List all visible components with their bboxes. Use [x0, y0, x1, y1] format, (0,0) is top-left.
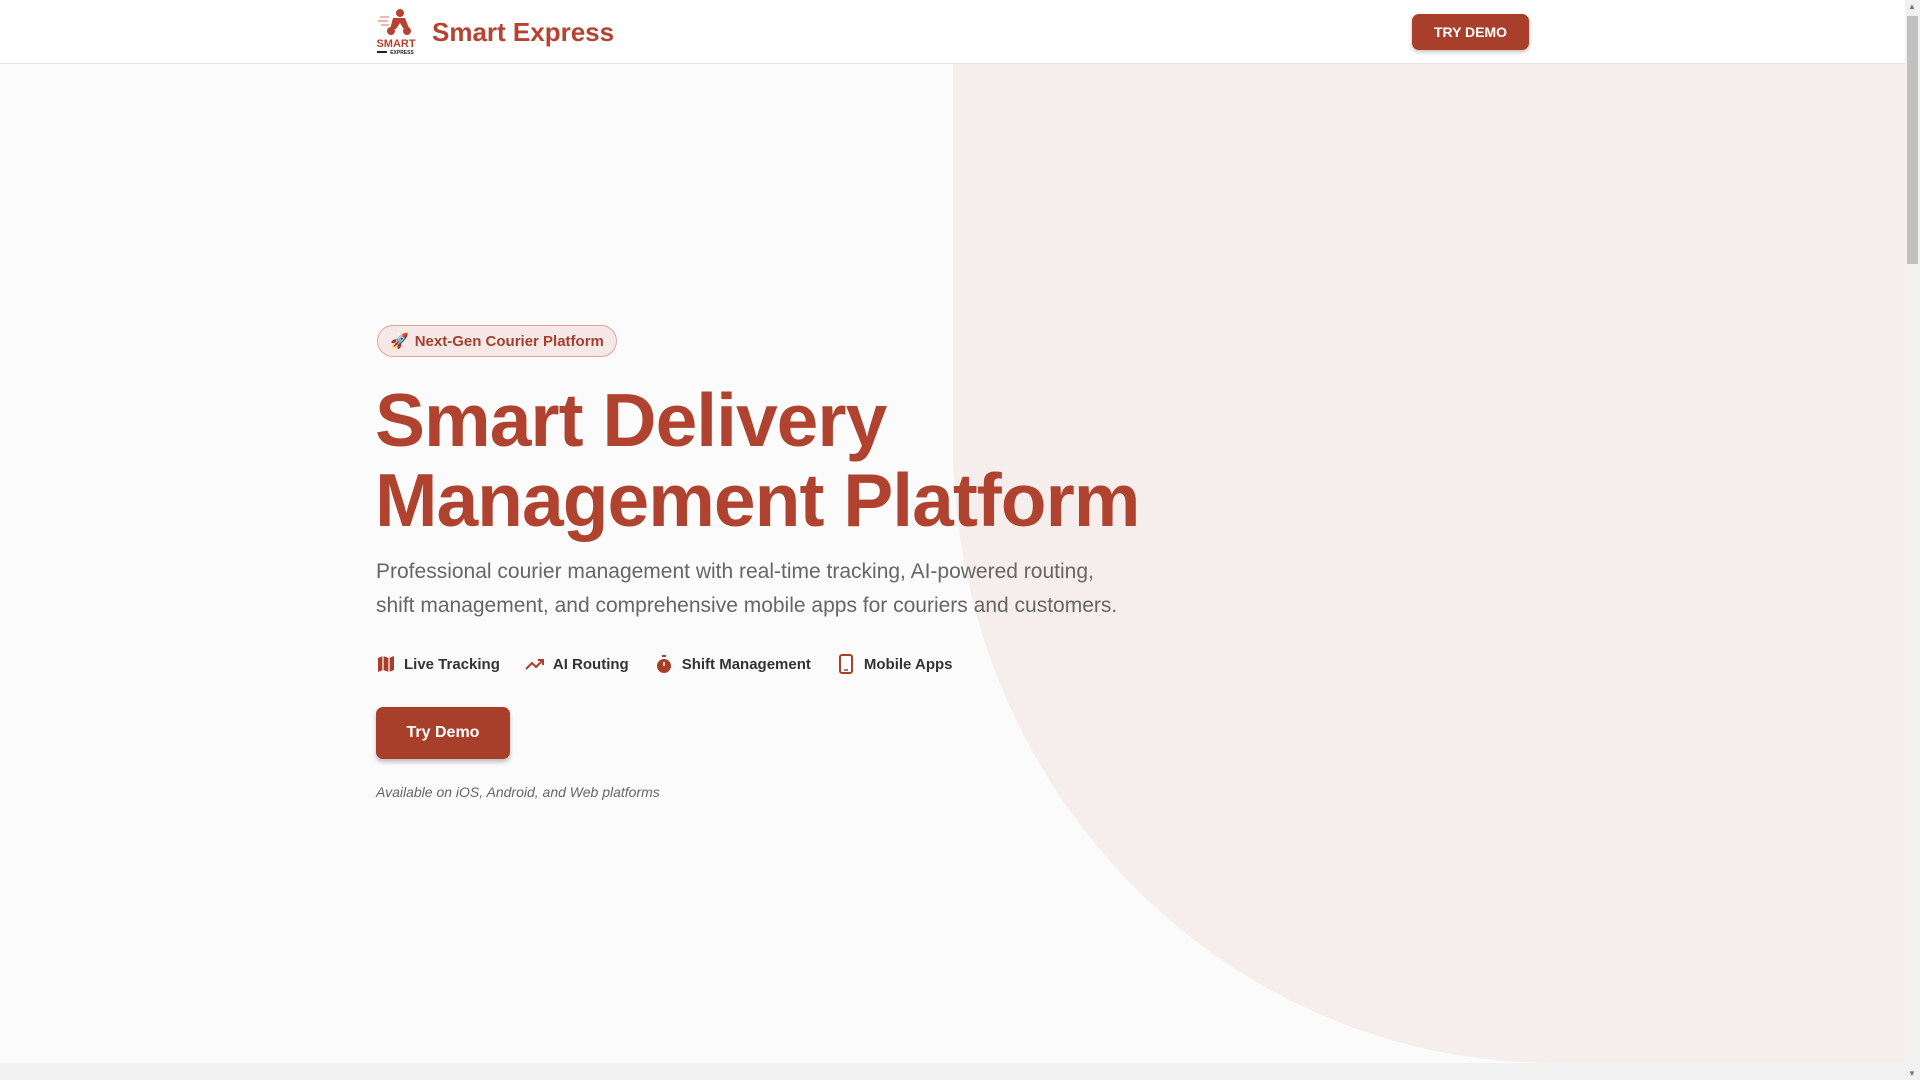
hero-description: Professional courier management with rea…	[376, 560, 1118, 617]
hero-title: Smart Delivery Management Platform	[375, 378, 1140, 542]
hero-title-line2: Management Platform	[375, 458, 1140, 542]
smart-express-logo[interactable]: SMART EXPRESS	[376, 7, 416, 56]
smartphone-icon	[838, 654, 853, 674]
feature-label: Shift Management	[681, 655, 811, 673]
feature-label: AI Routing	[552, 655, 629, 673]
page: SMART EXPRESS Smart Express TRY DEMO 🚀 N…	[0, 0, 1905, 1080]
try-demo-button[interactable]: Try Demo	[376, 707, 510, 759]
feature-shift-management: Shift Management	[654, 654, 811, 674]
feature-label: Mobile Apps	[863, 655, 953, 673]
hero-title-line1: Smart Delivery	[375, 378, 887, 462]
feature-label: Live Tracking	[404, 655, 500, 673]
brand-name[interactable]: Smart Express	[432, 17, 614, 48]
badge-label: Next-Gen Courier Platform	[414, 332, 604, 350]
map-icon	[378, 656, 394, 672]
next-section-edge	[0, 1063, 1905, 1080]
rocket-icon: 🚀	[390, 333, 409, 350]
nav-try-demo-button[interactable]: TRY DEMO	[1412, 14, 1529, 50]
scroll-up-icon[interactable]: ▲	[1908, 2, 1916, 11]
trending-up-icon	[525, 659, 544, 670]
vertical-scrollbar[interactable]: ▲ ▼	[1905, 0, 1920, 1080]
scroll-down-icon[interactable]: ▼	[1908, 1069, 1916, 1078]
svg-text:SMART: SMART	[376, 38, 415, 50]
feature-list: Live Tracking AI Routing Shift Managemen…	[376, 654, 953, 674]
platform-badge: 🚀 Next-Gen Courier Platform	[377, 325, 617, 357]
availability-note: Available on iOS, Android, and Web platf…	[376, 784, 660, 800]
top-navbar: SMART EXPRESS Smart Express TRY DEMO	[0, 0, 1905, 64]
feature-ai-routing: AI Routing	[525, 654, 629, 674]
feature-mobile-apps: Mobile Apps	[836, 654, 953, 674]
stopwatch-icon	[656, 655, 671, 673]
scrollbar-thumb[interactable]	[1907, 16, 1918, 264]
svg-text:EXPRESS: EXPRESS	[390, 50, 414, 56]
feature-live-tracking: Live Tracking	[376, 654, 500, 674]
